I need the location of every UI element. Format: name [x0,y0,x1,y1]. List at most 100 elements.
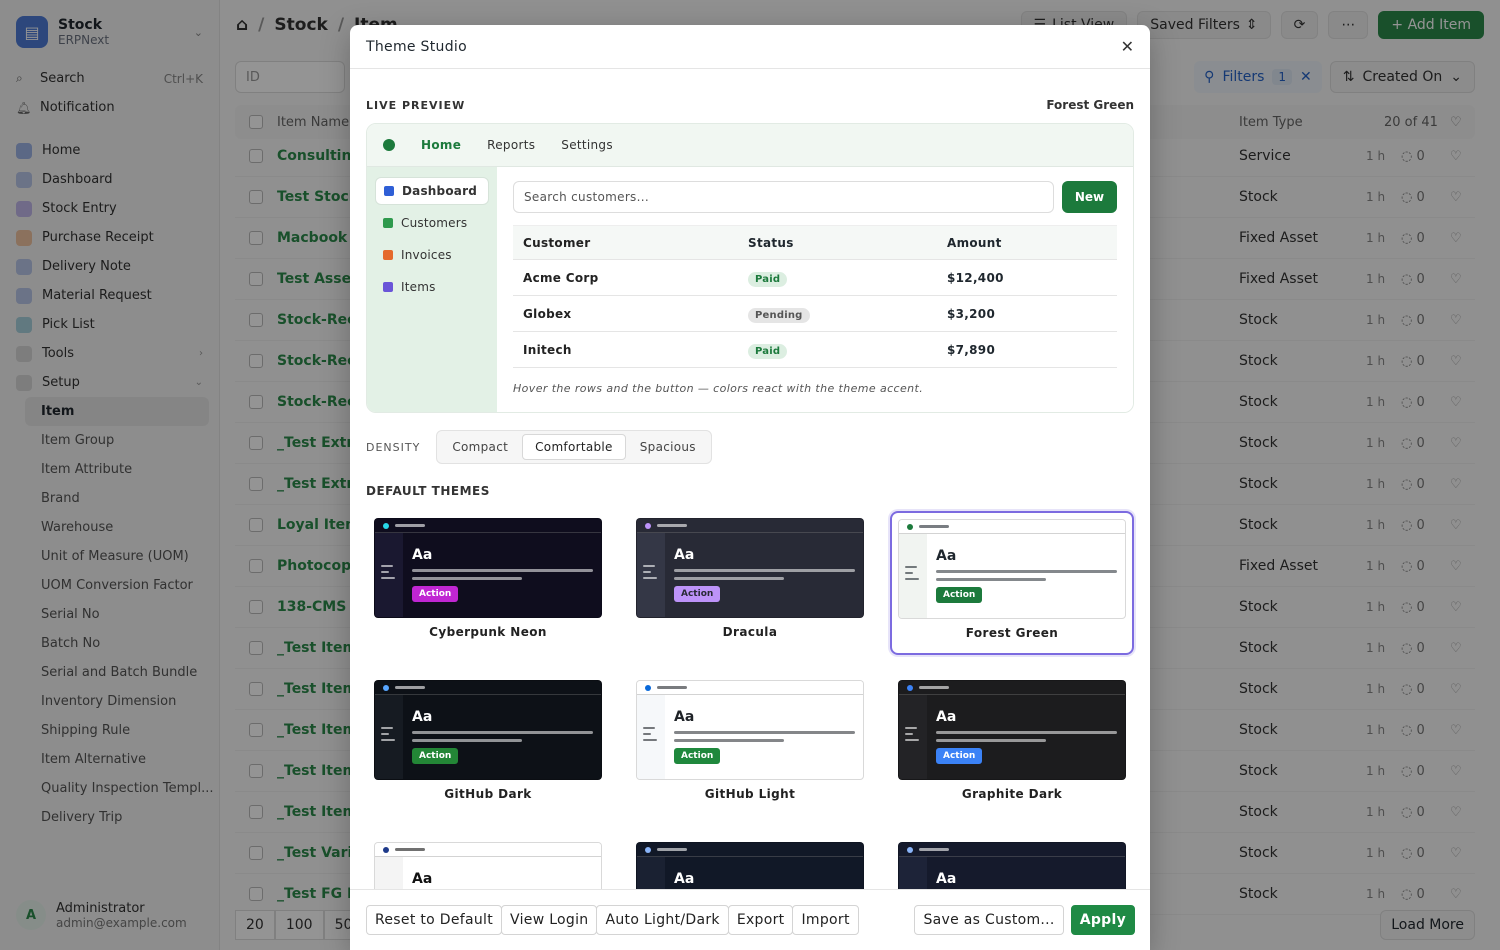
theme-card[interactable]: Aa Action GitHub Light [628,673,872,817]
preview-new-button[interactable]: New [1062,181,1117,213]
preview-note: Hover the rows and the button — colors r… [513,382,924,395]
preview-amount: $3,200 [947,306,996,321]
preview-search-input[interactable]: Search customers... [513,181,1054,213]
thumbnail-title-bar [657,848,687,851]
theme-card[interactable]: AaAction [366,835,610,889]
export-button[interactable]: Export [727,905,794,935]
invoices-icon [383,250,393,260]
thumbnail-line [936,739,1046,742]
thumbnail-sample-text: Aa [412,871,433,887]
close-icon[interactable]: ✕ [1121,37,1134,56]
thumbnail-line [674,569,855,572]
thumbnail-line [936,570,1117,573]
preview-nav-settings[interactable]: Settings [561,138,613,152]
save-as-custom-button[interactable]: Save as Custom... [914,905,1064,935]
theme-thumbnail: AaAction [898,519,1126,619]
thumbnail-dot [645,684,651,691]
thumbnail-dot [645,846,651,853]
reset-to-default-button[interactable]: Reset to Default [366,905,503,935]
preview-sidebar-label: Customers [401,216,468,230]
import-button[interactable]: Import [792,905,859,935]
thumbnail-dot [383,684,389,691]
density-spacious[interactable]: Spacious [628,434,708,460]
thumbnail-line [412,731,593,734]
theme-thumbnail: AaAction [636,842,864,889]
preview-table-row[interactable]: Acme Corp Paid $12,400 [513,260,1117,296]
theme-card[interactable]: Aa Action Forest Green [890,511,1134,655]
dialog-header: Theme Studio ✕ [350,25,1150,69]
thumbnail-sidebar [899,695,927,779]
thumbnail-dot [383,846,389,853]
theme-thumbnail: AaAction [374,680,602,780]
theme-card[interactable]: Aa Action Cyberpunk Neon [366,511,610,655]
thumbnail-topbar [375,681,601,695]
thumbnail-line [412,577,522,580]
thumbnail-title-bar [395,686,425,689]
density-compact[interactable]: Compact [440,434,520,460]
thumbnail-sidebar [637,857,665,889]
preview-sidebar-items[interactable]: Items [375,273,489,301]
theme-card[interactable]: Aa Action Dracula [628,511,872,655]
status-badge: Paid [748,343,788,359]
theme-card[interactable]: Aa Action GitHub Dark [366,673,610,817]
preview-nav-reports[interactable]: Reports [487,138,535,152]
thumbnail-sidebar [899,534,927,618]
preview-sidebar-invoices[interactable]: Invoices [375,241,489,269]
thumbnail-title-bar [919,525,949,528]
thumbnail-sample-text: Aa [674,709,695,725]
preview-sidebar-label: Items [401,280,436,294]
thumbnail-topbar [899,520,1125,534]
preview-sidebar: Dashboard Customers Invoices Items [367,167,497,412]
thumbnail-topbar [375,519,601,533]
preview-col-status: Status [748,235,794,250]
thumbnail-line [412,739,522,742]
view-login-button[interactable]: View Login [501,905,598,935]
thumbnail-topbar [899,843,1125,857]
preview-nav-home[interactable]: Home [421,138,461,152]
density-comfortable[interactable]: Comfortable [522,434,626,460]
thumbnail-sample-text: Aa [412,547,433,563]
auto-light-dark-button[interactable]: Auto Light/Dark [596,905,729,935]
thumbnail-sidebar [375,533,403,617]
theme-thumbnail: AaAction [636,518,864,618]
theme-studio-dialog: Theme Studio ✕ LIVE PREVIEW Forest Green… [350,25,1150,950]
status-badge: Paid [748,271,788,287]
thumbnail-line [674,739,784,742]
theme-card[interactable]: AaAction [628,835,872,889]
thumbnail-dot [645,522,651,529]
theme-thumbnail: AaAction [374,518,602,618]
thumbnail-topbar [375,843,601,857]
preview-table-row[interactable]: Initech Paid $7,890 [513,332,1117,368]
customers-icon [383,218,393,228]
dashboard-icon [384,186,394,196]
thumbnail-dot [383,522,389,529]
theme-card[interactable]: AaAction [890,835,1134,889]
thumbnail-line [936,731,1117,734]
thumbnail-title-bar [395,524,425,527]
preview-sidebar-dashboard[interactable]: Dashboard [375,177,489,205]
preview-customer: Acme Corp [523,270,599,285]
thumbnail-topbar [637,843,863,857]
preview-table-row[interactable]: Globex Pending $3,200 [513,296,1117,332]
preview-table-header: Customer Status Amount [513,226,1117,260]
thumbnail-sample-text: Aa [674,547,695,563]
preview-sidebar-customers[interactable]: Customers [375,209,489,237]
preview-customer: Globex [523,306,572,321]
thumbnail-sidebar [899,857,927,889]
apply-button[interactable]: Apply [1070,905,1135,935]
density-label: DENSITY [366,440,421,454]
thumbnail-title-bar [919,848,949,851]
thumbnail-sample-text: Aa [936,709,957,725]
preview-amount: $12,400 [947,270,1004,285]
thumbnail-action-button: Action [936,748,983,764]
theme-thumbnail: AaAction [636,680,864,780]
theme-grid: Aa Action Cyberpunk Neon Aa Action Dracula Aa A… [366,511,1134,889]
preview-col-amount: Amount [947,235,1002,250]
theme-card[interactable]: Aa Action Graphite Dark [890,673,1134,817]
theme-thumbnail: AaAction [898,842,1126,889]
thumbnail-topbar [899,681,1125,695]
thumbnail-sample-text: Aa [412,709,433,725]
preview-customer: Initech [523,342,572,357]
thumbnail-line [674,731,855,734]
thumbnail-title-bar [395,848,425,851]
